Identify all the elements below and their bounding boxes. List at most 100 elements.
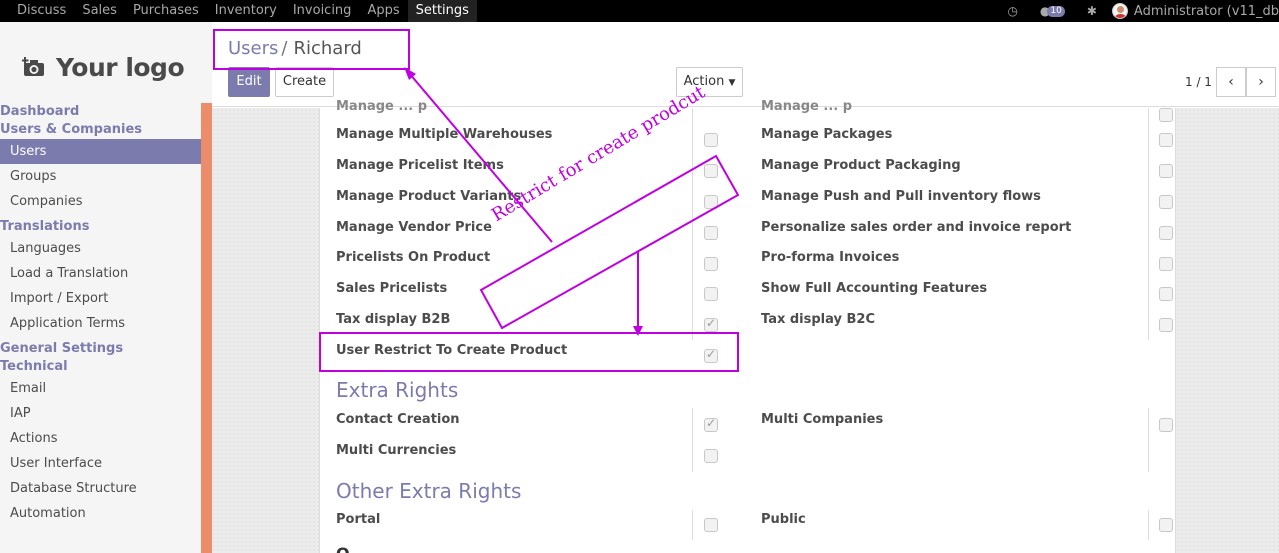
- radio-public[interactable]: [1159, 518, 1173, 532]
- sidebar-item-dashboard[interactable]: Dashboard: [0, 103, 201, 121]
- clipped-section-title: O: [336, 544, 350, 553]
- right-label: Contact Creation: [336, 412, 460, 427]
- form-view: Manage ... p Manage ... p Manage Multipl…: [212, 99, 1279, 553]
- right-label: Tax display B2C: [761, 312, 876, 327]
- pager-next-button[interactable]: ›: [1246, 67, 1276, 97]
- checkbox-manage-product-variants[interactable]: [704, 195, 718, 209]
- sidebar-item-load-translation[interactable]: Load a Translation: [0, 261, 201, 286]
- menu-sales[interactable]: Sales: [74, 0, 125, 22]
- right-label: Manage Multiple Warehouses: [336, 127, 553, 142]
- sidebar-item-user-interface[interactable]: User Interface: [0, 451, 201, 476]
- sidebar-item-actions[interactable]: Actions: [0, 426, 201, 451]
- menu-apps[interactable]: Apps: [359, 0, 407, 22]
- user-name: Administrator (v11_db: [1133, 3, 1279, 19]
- checkbox-manage-multiple-warehouses[interactable]: [704, 133, 718, 147]
- right-label: Pro-forma Invoices: [761, 250, 900, 265]
- column-divider-extra-left: [692, 408, 693, 472]
- menu-settings[interactable]: Settings: [407, 0, 477, 22]
- checkbox-clipped-right[interactable]: [1159, 108, 1173, 122]
- menu-purchases[interactable]: Purchases: [125, 0, 207, 22]
- checkbox-tax-display-b2c[interactable]: [1159, 318, 1173, 332]
- checkbox-manage-pricelist-items[interactable]: [704, 164, 718, 178]
- checkbox-tax-display-b2b[interactable]: [704, 316, 718, 332]
- sidebar-stripe: [201, 103, 212, 553]
- annotation-box-restrict-row: [319, 332, 739, 372]
- right-label: Manage Vendor Price: [336, 220, 492, 235]
- messages-icon[interactable]: ● 10: [1040, 4, 1065, 18]
- right-label: Manage Push and Pull inventory flows: [761, 189, 1041, 204]
- sidebar-item-companies[interactable]: Companies: [0, 189, 201, 214]
- sidebar-nav: Dashboard Users & Companies Users Groups…: [0, 103, 201, 526]
- right-label: Public: [761, 512, 806, 527]
- checkbox-manage-product-packaging[interactable]: [1159, 164, 1173, 178]
- checkbox-manage-push-pull[interactable]: [1159, 195, 1173, 209]
- sidebar-item-groups[interactable]: Groups: [0, 164, 201, 189]
- radio-portal[interactable]: [704, 518, 718, 532]
- right-label: Sales Pricelists: [336, 281, 448, 296]
- column-divider-right: [1148, 108, 1149, 340]
- chevron-right-icon: ›: [1258, 74, 1264, 90]
- checkbox-manage-packages[interactable]: [1159, 133, 1173, 147]
- clock-icon[interactable]: ◷: [1007, 4, 1017, 18]
- sidebar-section-users-companies[interactable]: Users & Companies: [0, 121, 201, 139]
- clipped-row-left: Manage ... p: [336, 99, 428, 114]
- sidebar-item-email[interactable]: Email: [0, 376, 201, 401]
- pager-value: 1 / 1: [1185, 75, 1212, 89]
- checkbox-show-full-accounting[interactable]: [1159, 287, 1173, 301]
- pager-previous-button[interactable]: ‹: [1216, 67, 1246, 97]
- edit-button[interactable]: Edit: [228, 67, 270, 97]
- right-label: Personalize sales order and invoice repo…: [761, 220, 1072, 235]
- column-divider-left: [692, 108, 693, 340]
- right-label: Pricelists On Product: [336, 250, 491, 265]
- checkbox-sales-pricelists[interactable]: [704, 287, 718, 301]
- sidebar-section-translations[interactable]: Translations: [0, 218, 201, 236]
- right-label: Multi Companies: [761, 412, 884, 427]
- sidebar-item-iap[interactable]: IAP: [0, 401, 201, 426]
- column-divider-extra-right: [1148, 408, 1149, 472]
- right-label: Multi Currencies: [336, 443, 457, 458]
- sidebar-item-general-settings[interactable]: General Settings: [0, 340, 201, 358]
- menu-discuss[interactable]: Discuss: [0, 0, 74, 22]
- chevron-left-icon: ‹: [1228, 74, 1234, 90]
- clipped-row-right: Manage ... p: [761, 99, 853, 114]
- sidebar-item-import-export[interactable]: Import / Export: [0, 286, 201, 311]
- create-button[interactable]: Create: [275, 67, 334, 97]
- sidebar: Your logo Dashboard Users & Companies Us…: [0, 22, 212, 553]
- bug-icon[interactable]: ✱: [1087, 4, 1097, 18]
- checkbox-multi-currencies[interactable]: [704, 449, 718, 463]
- checkbox-multi-companies[interactable]: [1159, 418, 1173, 432]
- right-label: Manage Product Packaging: [761, 158, 961, 173]
- sidebar-item-languages[interactable]: Languages: [0, 236, 201, 261]
- right-label: Manage Packages: [761, 127, 893, 142]
- sidebar-item-application-terms[interactable]: Application Terms: [0, 311, 201, 336]
- checkbox-contact-creation[interactable]: [704, 416, 718, 432]
- user-menu[interactable]: Administrator (v11_db: [1111, 3, 1279, 19]
- right-label: Tax display B2B: [336, 312, 451, 327]
- right-label: Portal: [336, 512, 381, 527]
- form-sheet: Manage ... p Manage ... p Manage Multipl…: [319, 99, 1176, 553]
- menu-invoicing[interactable]: Invoicing: [285, 0, 360, 22]
- annotation-box-breadcrumb: [213, 29, 410, 70]
- company-logo[interactable]: Your logo: [22, 44, 192, 90]
- logo-text: Your logo: [56, 52, 185, 82]
- menu-inventory[interactable]: Inventory: [207, 0, 285, 22]
- column-divider-other-left: [692, 510, 693, 540]
- checkbox-pro-forma-invoices[interactable]: [1159, 257, 1173, 271]
- message-count-badge: 10: [1047, 5, 1065, 17]
- avatar: [1111, 3, 1128, 19]
- sidebar-item-database-structure[interactable]: Database Structure: [0, 476, 201, 501]
- right-label: Manage Pricelist Items: [336, 158, 504, 173]
- right-label: Show Full Accounting Features: [761, 281, 988, 296]
- checkbox-pricelists-on-product[interactable]: [704, 257, 718, 271]
- sidebar-item-users[interactable]: Users: [0, 139, 201, 164]
- section-title-extra-rights: Extra Rights: [336, 378, 459, 402]
- right-label: Manage Product Variants: [336, 189, 522, 204]
- section-title-other-extra-rights: Other Extra Rights: [336, 479, 522, 503]
- checkbox-manage-vendor-price[interactable]: [704, 226, 718, 240]
- sidebar-item-automation[interactable]: Automation: [0, 501, 201, 526]
- top-menu-bar: Discuss Sales Purchases Inventory Invoic…: [0, 0, 1279, 22]
- checkbox-personalize-report[interactable]: [1159, 226, 1173, 240]
- sidebar-section-technical[interactable]: Technical: [0, 358, 201, 376]
- column-divider-other-right: [1148, 510, 1149, 540]
- camera-icon: [22, 57, 44, 76]
